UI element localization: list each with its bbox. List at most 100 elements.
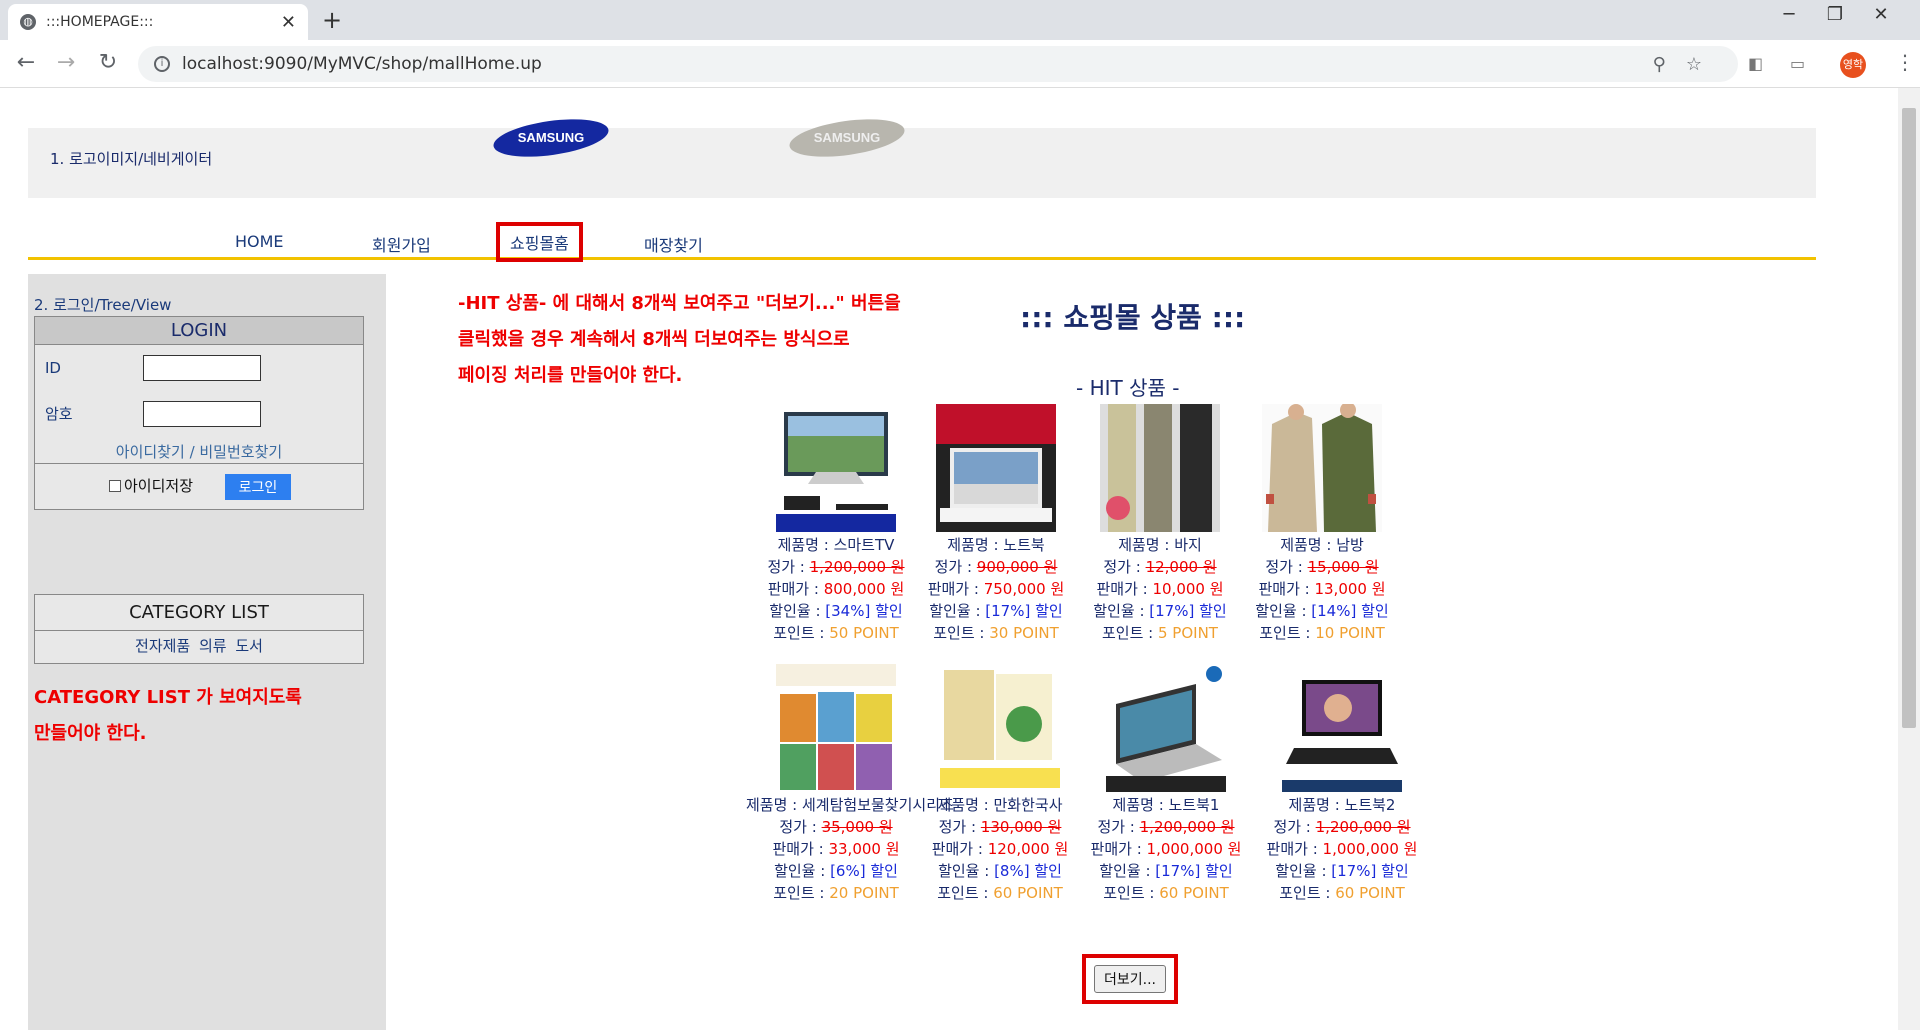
product-card: 제품명 : 바지 정가 : 12,000 원 판매가 : 10,000 원 할인율 :… <box>1070 404 1250 644</box>
sidebar: 2. 로그인/Tree/View LOGIN ID 암호 아이디찾기 / 비밀번… <box>28 274 386 1030</box>
product-image[interactable] <box>1282 664 1402 792</box>
sale-price-value: 33,000 원 <box>828 840 900 858</box>
profile-avatar[interactable]: 영학 <box>1840 52 1866 78</box>
product-image[interactable] <box>1106 664 1226 792</box>
new-tab-icon[interactable]: + <box>322 6 342 34</box>
product-point: 포인트 : 60 POINT <box>1252 882 1432 904</box>
product-discount: 할인율 : [17%] 할인 <box>1070 600 1250 622</box>
hit-label: - HIT 상품 - <box>1076 376 1180 400</box>
find-id-password-link[interactable]: 아이디찾기 / 비밀번호찾기 <box>35 441 363 462</box>
product-point: 포인트 : 5 POINT <box>1070 622 1250 644</box>
nav-store-finder[interactable]: 매장찾기 <box>644 232 703 256</box>
browser-tab-strip: ◍ :::HOMEPAGE::: ✕ + ─ ❐ ✕ <box>0 0 1920 40</box>
save-id-checkbox[interactable]: 아이디저장 <box>109 475 193 496</box>
product-image[interactable] <box>776 664 896 792</box>
product-name[interactable]: 제품명 : 세계탐험보물찾기시리즈 <box>746 794 954 816</box>
category-items[interactable]: 전자제품 의류 도서 <box>35 631 363 661</box>
product-name[interactable]: 제품명 : 노트북1 <box>1076 794 1256 816</box>
product-name[interactable]: 제품명 : 노트북2 <box>1252 794 1432 816</box>
point-value: 60 POINT <box>993 884 1063 902</box>
product-point: 포인트 : 60 POINT <box>1076 882 1256 904</box>
login-divider <box>35 463 363 464</box>
product-image[interactable] <box>776 404 896 532</box>
checkbox-box[interactable] <box>109 479 121 492</box>
sale-price-value: 750,000 원 <box>983 580 1065 598</box>
point-label: 포인트 : <box>773 884 830 902</box>
cast-icon[interactable]: ▭ <box>1790 54 1805 73</box>
page-viewport: 1. 로고이미지/네비게이터 SAMSUNG SAMSUNG HOME 회원가입… <box>0 88 1920 1030</box>
id-input[interactable] <box>143 355 261 381</box>
sale-price-value: 10,000 원 <box>1152 580 1224 598</box>
product-list-price: 정가 : 1,200,000 원 <box>1076 816 1256 838</box>
reload-icon[interactable]: ↻ <box>94 50 122 75</box>
sale-price-label: 판매가 : <box>1096 580 1153 598</box>
forward-icon[interactable]: → <box>52 50 80 75</box>
product-name[interactable]: 제품명 : 남방 <box>1232 534 1412 556</box>
id-label: ID <box>45 359 61 377</box>
nav-shopping-home[interactable]: 쇼핑몰홈 <box>496 222 583 262</box>
product-list-price: 정가 : 15,000 원 <box>1232 556 1412 578</box>
list-price-value: 15,000 원 <box>1307 558 1379 576</box>
tab-title: :::HOMEPAGE::: <box>46 14 154 30</box>
menu-kebab-icon[interactable]: ⋮ <box>1895 50 1915 74</box>
product-card: 제품명 : 세계탐험보물찾기시리즈 정가 : 35,000 원 판매가 : 33,0… <box>746 664 954 904</box>
discount-value: [6%] 할인 <box>830 862 898 880</box>
login-button[interactable]: 로그인 <box>225 474 291 500</box>
list-price-label: 정가 : <box>1265 558 1308 576</box>
info-icon[interactable]: i <box>154 56 170 72</box>
product-image[interactable] <box>1262 404 1382 532</box>
window-close-icon[interactable]: ✕ <box>1858 4 1904 25</box>
product-list-price: 정가 : 1,200,000 원 <box>1252 816 1432 838</box>
bookmark-star-icon[interactable]: ☆ <box>1686 54 1722 75</box>
sale-price-label: 판매가 : <box>1266 840 1323 858</box>
product-image[interactable] <box>1100 404 1220 532</box>
nav-signup[interactable]: 회원가입 <box>372 232 431 256</box>
password-input[interactable] <box>143 401 261 427</box>
product-card: 제품명 : 노트북 정가 : 900,000 원 판매가 : 750,000 원 할인… <box>906 404 1086 644</box>
minimize-icon[interactable]: ─ <box>1766 4 1812 25</box>
category-note-line1: CATEGORY LIST 가 보여지도록 <box>34 687 302 708</box>
discount-value: [17%] 할인 <box>1331 862 1409 880</box>
point-label: 포인트 : <box>933 624 990 642</box>
list-price-label: 정가 : <box>1273 818 1316 836</box>
discount-value: [14%] 할인 <box>1311 602 1389 620</box>
product-sale-price: 판매가 : 120,000 원 <box>910 838 1090 860</box>
product-name[interactable]: 제품명 : 스마트TV <box>746 534 926 556</box>
point-value: 10 POINT <box>1315 624 1385 642</box>
product-name[interactable]: 제품명 : 노트북 <box>906 534 1086 556</box>
main-content: -HIT 상품- 에 대해서 8개씩 보여주고 "더보기..." 버튼을 클릭했… <box>386 274 1816 1030</box>
more-button[interactable]: 더보기... <box>1094 965 1166 993</box>
back-icon[interactable]: ← <box>12 50 40 75</box>
close-tab-icon[interactable]: ✕ <box>281 12 296 33</box>
scrollbar-thumb[interactable] <box>1902 108 1916 728</box>
sale-price-value: 120,000 원 <box>987 840 1069 858</box>
product-discount: 할인율 : [34%] 할인 <box>746 600 926 622</box>
point-value: 5 POINT <box>1158 624 1218 642</box>
list-price-value: 130,000 원 <box>980 818 1062 836</box>
product-image[interactable] <box>940 664 1060 792</box>
nav-home[interactable]: HOME <box>235 232 284 251</box>
address-bar[interactable]: i localhost:9090/MyMVC/shop/mallHome.up … <box>138 46 1738 82</box>
product-card: 제품명 : 만화한국사 정가 : 130,000 원 판매가 : 120,000 원… <box>910 664 1090 904</box>
product-image[interactable] <box>936 404 1056 532</box>
product-list-price: 정가 : 1,200,000 원 <box>746 556 926 578</box>
page-title: ::: 쇼핑몰 상품 ::: <box>1020 301 1246 334</box>
product-sale-price: 판매가 : 750,000 원 <box>906 578 1086 600</box>
discount-value: [17%] 할인 <box>1155 862 1233 880</box>
point-label: 포인트 : <box>937 884 994 902</box>
browser-tab[interactable]: ◍ :::HOMEPAGE::: ✕ <box>8 4 308 40</box>
samsung-logo-gray[interactable]: SAMSUNG <box>788 118 906 158</box>
list-price-value: 1,200,000 원 <box>809 558 905 576</box>
samsung-logo-blue[interactable]: SAMSUNG <box>492 118 610 158</box>
vertical-scrollbar[interactable] <box>1898 88 1920 1030</box>
product-name[interactable]: 제품명 : 바지 <box>1070 534 1250 556</box>
zoom-icon[interactable]: ⚲ <box>1653 54 1686 75</box>
restore-icon[interactable]: ❐ <box>1812 4 1858 25</box>
point-label: 포인트 : <box>1279 884 1336 902</box>
product-sale-price: 판매가 : 1,000,000 원 <box>1252 838 1432 860</box>
extension-icon[interactable]: ◧ <box>1748 54 1763 73</box>
point-label: 포인트 : <box>773 624 830 642</box>
sale-price-label: 판매가 : <box>772 840 829 858</box>
product-name[interactable]: 제품명 : 만화한국사 <box>910 794 1090 816</box>
product-card: 제품명 : 노트북2 정가 : 1,200,000 원 판매가 : 1,000,00… <box>1252 664 1432 904</box>
